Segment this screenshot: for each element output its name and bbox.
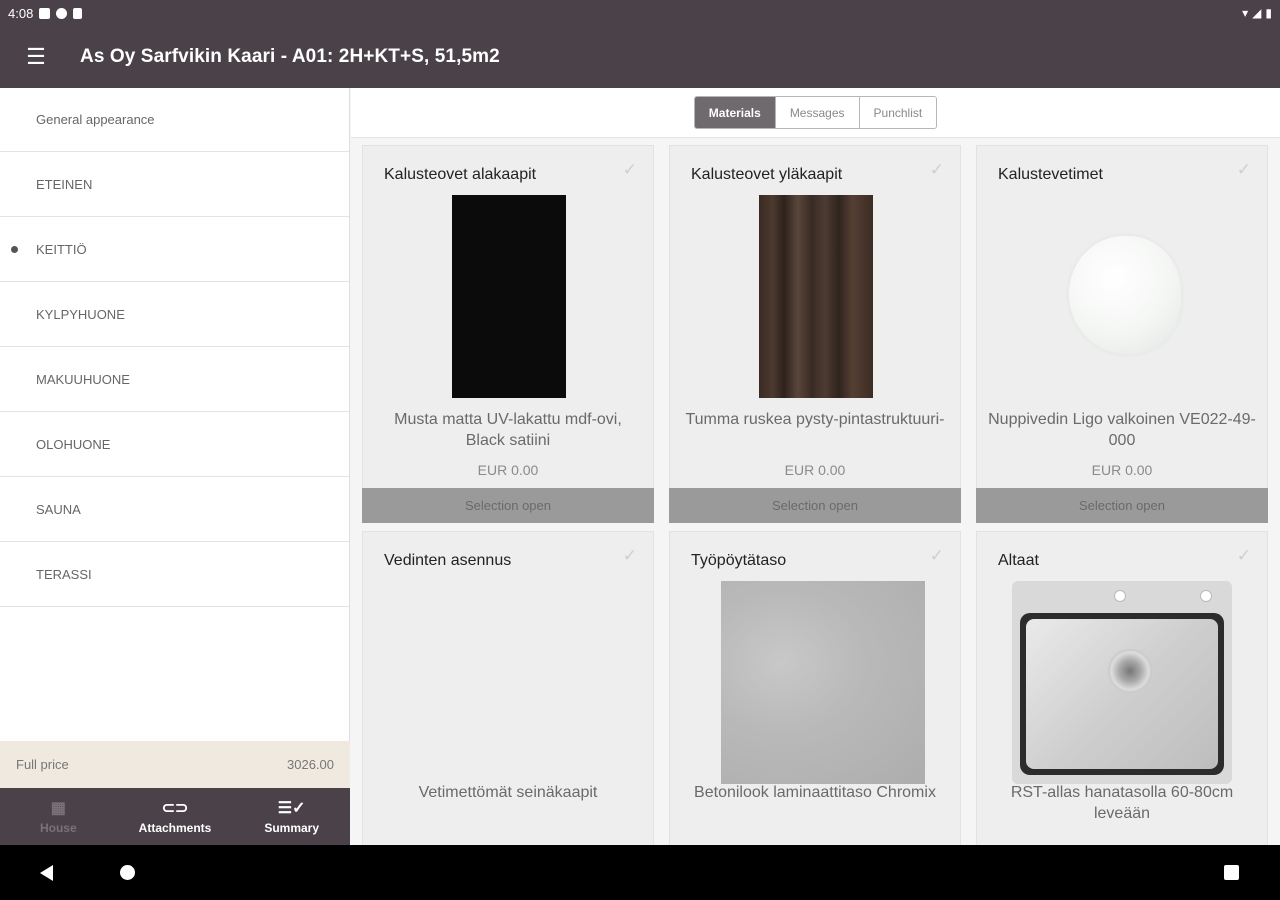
checklist-icon: ☰✓ bbox=[277, 799, 306, 817]
sidebar-item-sauna[interactable]: SAUNA bbox=[0, 477, 349, 542]
tab-bar: Materials Messages Punchlist bbox=[351, 88, 1280, 138]
selection-open-button[interactable]: Selection open bbox=[669, 488, 961, 523]
card-price: EUR 0.00 bbox=[784, 462, 846, 478]
material-card[interactable]: Kalusteovet yläkaapit ✓ Tumma ruskea pys… bbox=[669, 145, 961, 523]
back-icon[interactable] bbox=[40, 865, 53, 881]
card-price: EUR 0.00 bbox=[1091, 462, 1153, 478]
full-price-bar: Full price 3026.00 bbox=[0, 741, 350, 788]
material-card[interactable]: Vedinten asennus ✓ Vetimettömät seinäkaa… bbox=[362, 531, 654, 845]
sink-bowl bbox=[1026, 619, 1218, 769]
card-product-name: Musta matta UV-lakattu mdf-ovi, Black sa… bbox=[394, 411, 622, 449]
tap-hole-icon bbox=[1114, 590, 1126, 602]
nav-house-label: House bbox=[39, 820, 77, 835]
nav-summary-button[interactable]: ☰✓ Summary bbox=[233, 788, 350, 845]
material-card[interactable]: Kalustevetimet ✓ Nuppivedin Ligo valkoin… bbox=[976, 145, 1268, 523]
sidebar-item-general-appearance[interactable]: General appearance bbox=[0, 88, 349, 152]
notification-icon bbox=[39, 7, 51, 19]
sidebar-item-kylpyhuone[interactable]: KYLPYHUONE bbox=[0, 282, 349, 347]
check-icon: ✓ bbox=[622, 546, 637, 565]
card-title: Kalusteovet yläkaapit bbox=[691, 166, 843, 183]
sidebar-item-eteinen[interactable]: ETEINEN bbox=[0, 152, 349, 217]
building-icon: ▦ bbox=[50, 799, 66, 817]
black-panel-image bbox=[452, 195, 566, 398]
card-title: Kalustevetimet bbox=[998, 166, 1103, 183]
system-nav-bar bbox=[0, 845, 1280, 900]
sidebar-item-label: TERASSI bbox=[36, 566, 92, 582]
sidebar-item-label: SAUNA bbox=[36, 501, 81, 517]
sidebar-item-label: General appearance bbox=[36, 112, 155, 127]
check-icon: ✓ bbox=[1236, 546, 1251, 565]
sidebar: General appearance ETEINEN KEITTIÖ KYLPY… bbox=[0, 88, 350, 845]
main-content: Materials Messages Punchlist Kalusteovet… bbox=[351, 88, 1280, 845]
sd-card-icon bbox=[73, 7, 83, 19]
sink-frame bbox=[1020, 613, 1224, 775]
check-icon: ✓ bbox=[622, 160, 637, 179]
card-title: Vedinten asennus bbox=[384, 552, 512, 569]
hamburger-icon[interactable]: ☰ bbox=[0, 26, 72, 88]
material-card[interactable]: Työpöytätaso ✓ Betonilook laminaattitaso… bbox=[669, 531, 961, 845]
sidebar-item-olohuone[interactable]: OLOHUONE bbox=[0, 412, 349, 477]
wifi-icon: ▾ bbox=[1242, 6, 1249, 20]
battery-icon: ▮ bbox=[1265, 6, 1272, 20]
check-icon: ✓ bbox=[929, 546, 944, 565]
room-list: General appearance ETEINEN KEITTIÖ KYLPY… bbox=[0, 88, 349, 607]
material-grid: Kalusteovet alakaapit ✓ Musta matta UV-l… bbox=[362, 145, 1268, 845]
tab-materials[interactable]: Materials bbox=[694, 97, 775, 128]
sidebar-item-makuuhuone[interactable]: MAKUUHUONE bbox=[0, 347, 349, 412]
nav-attachments-label: Attachments bbox=[138, 820, 212, 835]
sidebar-item-label: KYLPYHUONE bbox=[36, 306, 125, 322]
bottom-nav: ▦ House ⊂⊃ Attachments ☰✓ Summary bbox=[0, 788, 350, 845]
sidebar-item-terassi[interactable]: TERASSI bbox=[0, 542, 349, 607]
sidebar-item-label: MAKUUHUONE bbox=[36, 371, 130, 387]
card-product-name: RST-allas hanatasolla 60-80cm leveään bbox=[1010, 784, 1234, 822]
tab-messages[interactable]: Messages bbox=[774, 97, 859, 128]
sidebar-item-label: OLOHUONE bbox=[36, 436, 111, 452]
card-product-name: Betonilook laminaattitaso Chromix bbox=[694, 784, 936, 801]
check-icon: ✓ bbox=[1236, 160, 1251, 179]
page-title: As Oy Sarfvikin Kaari - A01: 2H+KT+S, 51… bbox=[80, 46, 500, 67]
check-icon: ✓ bbox=[929, 160, 944, 179]
notification-icon bbox=[56, 7, 68, 19]
concrete-surface-image bbox=[721, 581, 925, 784]
paperclip-icon: ⊂⊃ bbox=[161, 799, 189, 817]
home-icon[interactable] bbox=[120, 865, 135, 880]
selection-open-button[interactable]: Selection open bbox=[362, 488, 654, 523]
card-title: Kalusteovet alakaapit bbox=[384, 166, 537, 183]
card-title: Altaat bbox=[998, 552, 1039, 569]
sidebar-item-label: ETEINEN bbox=[36, 176, 93, 192]
status-time: 4:08 bbox=[8, 5, 34, 21]
segmented-control: Materials Messages Punchlist bbox=[693, 96, 938, 129]
card-product-name: Tumma ruskea pysty-pintastruktuuri- bbox=[685, 411, 945, 428]
nav-summary-label: Summary bbox=[264, 820, 320, 835]
card-title: Työpöytätaso bbox=[691, 552, 787, 569]
status-bar: 4:08 ▾ ◢ ▮ bbox=[0, 0, 1280, 26]
card-price: EUR 0.00 bbox=[477, 462, 539, 478]
card-product-name: Vetimettömät seinäkaapit bbox=[418, 784, 598, 801]
sidebar-item-label: KEITTIÖ bbox=[36, 241, 87, 257]
white-knob-image bbox=[1069, 236, 1181, 354]
signal-icon: ◢ bbox=[1252, 6, 1262, 20]
tab-punchlist[interactable]: Punchlist bbox=[858, 97, 937, 128]
steel-sink-image bbox=[1012, 581, 1232, 784]
card-product-name: Nuppivedin Ligo valkoinen VE022-49-000 bbox=[988, 411, 1256, 449]
selection-open-button[interactable]: Selection open bbox=[976, 488, 1268, 523]
full-price-value: 3026.00 bbox=[287, 757, 334, 772]
selected-dot-icon bbox=[11, 246, 18, 253]
sidebar-item-keittio[interactable]: KEITTIÖ bbox=[0, 217, 349, 282]
material-card[interactable]: Kalusteovet alakaapit ✓ Musta matta UV-l… bbox=[362, 145, 654, 523]
dark-wood-panel-image bbox=[759, 195, 873, 398]
recents-icon[interactable] bbox=[1224, 865, 1239, 880]
material-card[interactable]: Altaat ✓ RST-allas hanatasolla 60-80cm l… bbox=[976, 531, 1268, 845]
nav-attachments-button[interactable]: ⊂⊃ Attachments bbox=[117, 788, 234, 845]
tap-hole-icon bbox=[1200, 590, 1212, 602]
nav-house-button[interactable]: ▦ House bbox=[0, 788, 117, 845]
app-bar: ☰ As Oy Sarfvikin Kaari - A01: 2H+KT+S, … bbox=[0, 26, 1280, 88]
full-price-label: Full price bbox=[16, 757, 69, 772]
drain-icon bbox=[1108, 649, 1152, 693]
